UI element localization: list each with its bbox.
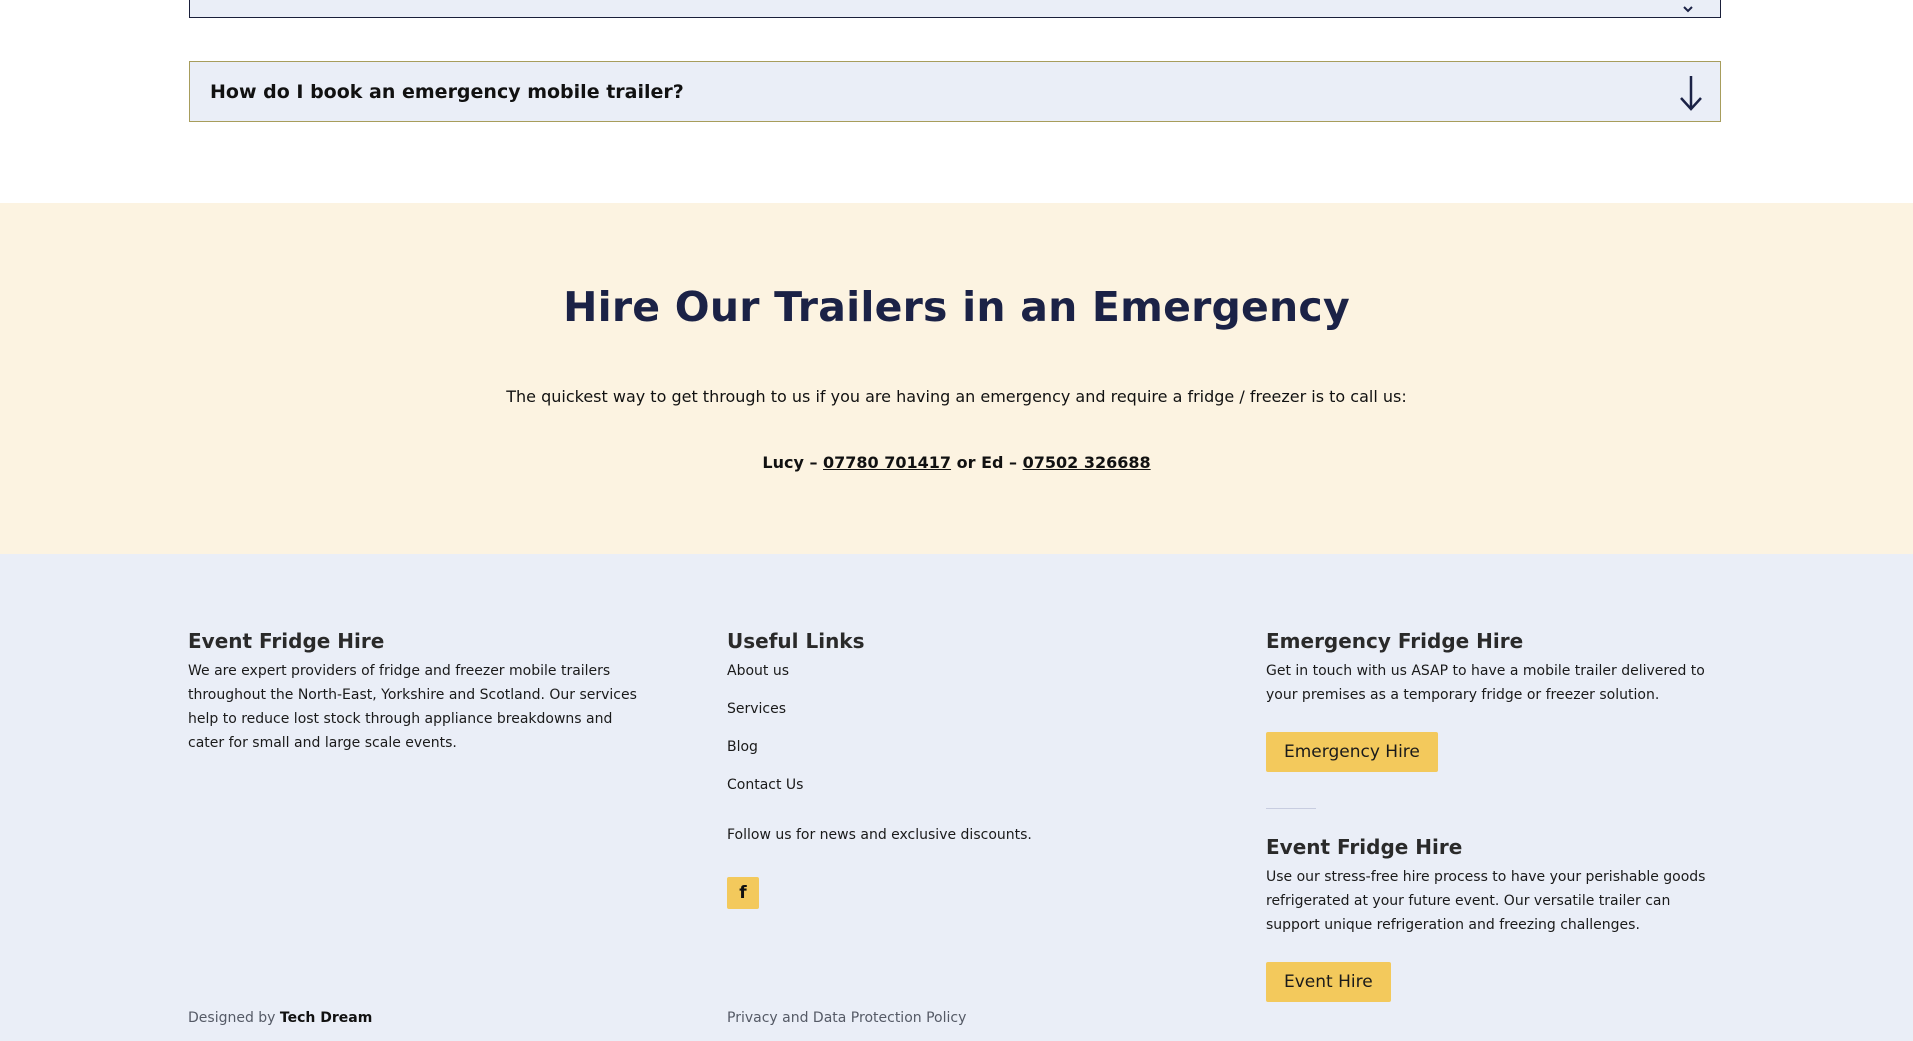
facebook-glyph: f — [739, 883, 747, 903]
emergency-hire-text: Get in touch with us ASAP to have a mobi… — [1266, 663, 1705, 703]
useful-links-list: About us Services Blog Contact Us — [727, 659, 1147, 811]
footer-link-item: Contact Us — [727, 773, 1147, 811]
emergency-title: Hire Our Trailers in an Emergency — [563, 283, 1350, 331]
privacy-policy-link[interactable]: Privacy and Data Protection Policy — [727, 1010, 966, 1026]
faq-item-book-emergency[interactable]: How do I book an emergency mobile traile… — [189, 61, 1721, 122]
designed-by: Designed by Tech Dream — [188, 1010, 372, 1026]
emergency-hire-button[interactable]: Emergency Hire — [1266, 732, 1438, 772]
faq-item-previous[interactable] — [189, 0, 1721, 18]
event-hire-title: Event Fridge Hire — [1266, 835, 1463, 859]
phone-lucy-link[interactable]: 07780 701417 — [823, 453, 951, 472]
link-blog[interactable]: Blog — [727, 739, 758, 755]
emergency-lead: The quickest way to get through to us if… — [506, 387, 1407, 406]
faq-question: How do I book an emergency mobile traile… — [210, 80, 684, 103]
footer-links-column: Useful Links About us Services Blog Cont… — [727, 629, 1147, 909]
emergency-section: Hire Our Trailers in an Emergency The qu… — [0, 203, 1913, 554]
footer-about-title: Event Fridge Hire — [188, 629, 385, 653]
footer-link-item: Services — [727, 697, 1147, 735]
designed-by-label: Designed by — [188, 1010, 280, 1026]
link-about-us[interactable]: About us — [727, 663, 789, 679]
contact-ed-label: or Ed – — [951, 453, 1023, 472]
emergency-hire-title: Emergency Fridge Hire — [1266, 629, 1524, 653]
phone-ed-link[interactable]: 07502 326688 — [1023, 453, 1151, 472]
site-footer: Event Fridge Hire We are expert provider… — [0, 554, 1913, 1041]
chevron-down-icon — [1683, 6, 1693, 13]
designer-name[interactable]: Tech Dream — [280, 1010, 372, 1026]
footer-divider — [1266, 808, 1316, 809]
footer-hire-column: Emergency Fridge Hire Get in touch with … — [1266, 629, 1726, 1002]
privacy-policy: Privacy and Data Protection Policy — [727, 1010, 966, 1026]
event-hire-button[interactable]: Event Hire — [1266, 962, 1391, 1002]
link-contact-us[interactable]: Contact Us — [727, 777, 803, 793]
footer-about-text: We are expert providers of fridge and fr… — [188, 663, 637, 751]
arrow-down-icon — [1680, 76, 1702, 111]
footer-link-item: About us — [727, 659, 1147, 697]
footer-link-item: Blog — [727, 735, 1147, 773]
link-services[interactable]: Services — [727, 701, 786, 717]
faq-section: How do I book an emergency mobile traile… — [0, 0, 1913, 203]
footer-about-column: Event Fridge Hire We are expert provider… — [188, 629, 648, 755]
footer-links-title: Useful Links — [727, 629, 865, 653]
emergency-contacts: Lucy – 07780 701417 or Ed – 07502 326688 — [0, 453, 1913, 472]
contact-lucy-label: Lucy – — [762, 453, 824, 472]
event-hire-text: Use our stress-free hire process to have… — [1266, 869, 1706, 933]
follow-text: Follow us for news and exclusive discoun… — [727, 827, 1032, 843]
facebook-icon[interactable]: f — [727, 877, 759, 909]
